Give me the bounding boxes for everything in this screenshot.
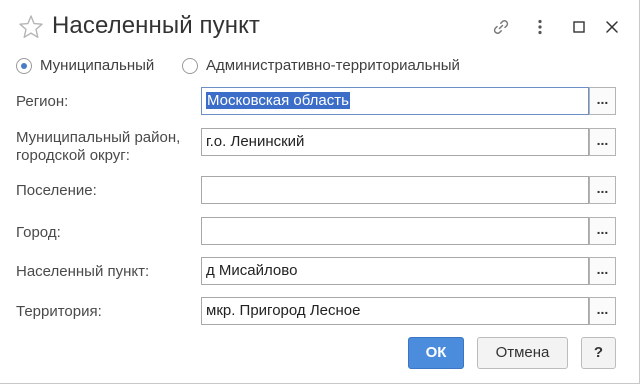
radio-label-administrative: Административно-территориальный: [206, 57, 460, 74]
close-icon[interactable]: [600, 15, 624, 39]
help-button[interactable]: ?: [581, 337, 616, 369]
radio-button-checked[interactable]: [16, 57, 32, 74]
radio-administrative[interactable]: Административно-территориальный: [182, 57, 460, 74]
territory-pick-button[interactable]: ...: [589, 297, 616, 325]
municipal-district-pick-button[interactable]: ...: [589, 128, 616, 156]
region-pick-button[interactable]: ...: [589, 87, 616, 115]
address-dialog: Населенный пункт Муниципальный Администр…: [0, 0, 640, 384]
ok-button[interactable]: ОК: [408, 337, 464, 369]
municipal-district-input[interactable]: г.о. Ленинский: [201, 128, 589, 156]
city-input[interactable]: [201, 217, 589, 245]
radio-button-unchecked[interactable]: [182, 57, 198, 74]
locality-label: Населенный пункт:: [16, 263, 150, 280]
locality-pick-button[interactable]: ...: [589, 257, 616, 285]
settlement-label: Поселение:: [16, 182, 97, 199]
municipal-district-label-line1: Муниципальный район,: [16, 129, 181, 146]
settlement-pick-button[interactable]: ...: [589, 176, 616, 204]
dialog-title: Населенный пункт: [52, 12, 261, 39]
radio-label-municipal: Муниципальный: [40, 57, 155, 74]
star-outline-icon[interactable]: [17, 13, 45, 41]
maximize-icon[interactable]: [567, 15, 591, 39]
radio-dot: [21, 62, 27, 69]
cancel-button[interactable]: Отмена: [477, 337, 568, 369]
link-icon[interactable]: [489, 15, 513, 39]
city-label: Город:: [16, 224, 61, 241]
territory-input[interactable]: мкр. Пригород Лесное: [201, 297, 589, 325]
radio-municipal[interactable]: Муниципальный: [16, 57, 154, 74]
region-label: Регион:: [16, 93, 69, 110]
more-vertical-icon[interactable]: [528, 15, 552, 39]
region-value: Московская область: [206, 92, 350, 109]
settlement-input[interactable]: [201, 176, 589, 204]
municipal-district-label-line2: городской округ:: [16, 147, 130, 164]
city-pick-button[interactable]: ...: [589, 217, 616, 245]
region-input[interactable]: Московская область: [201, 87, 589, 115]
locality-input[interactable]: д Мисайлово: [201, 257, 589, 285]
territory-label: Территория:: [16, 303, 102, 320]
title-bar: Населенный пункт: [0, 0, 640, 54]
